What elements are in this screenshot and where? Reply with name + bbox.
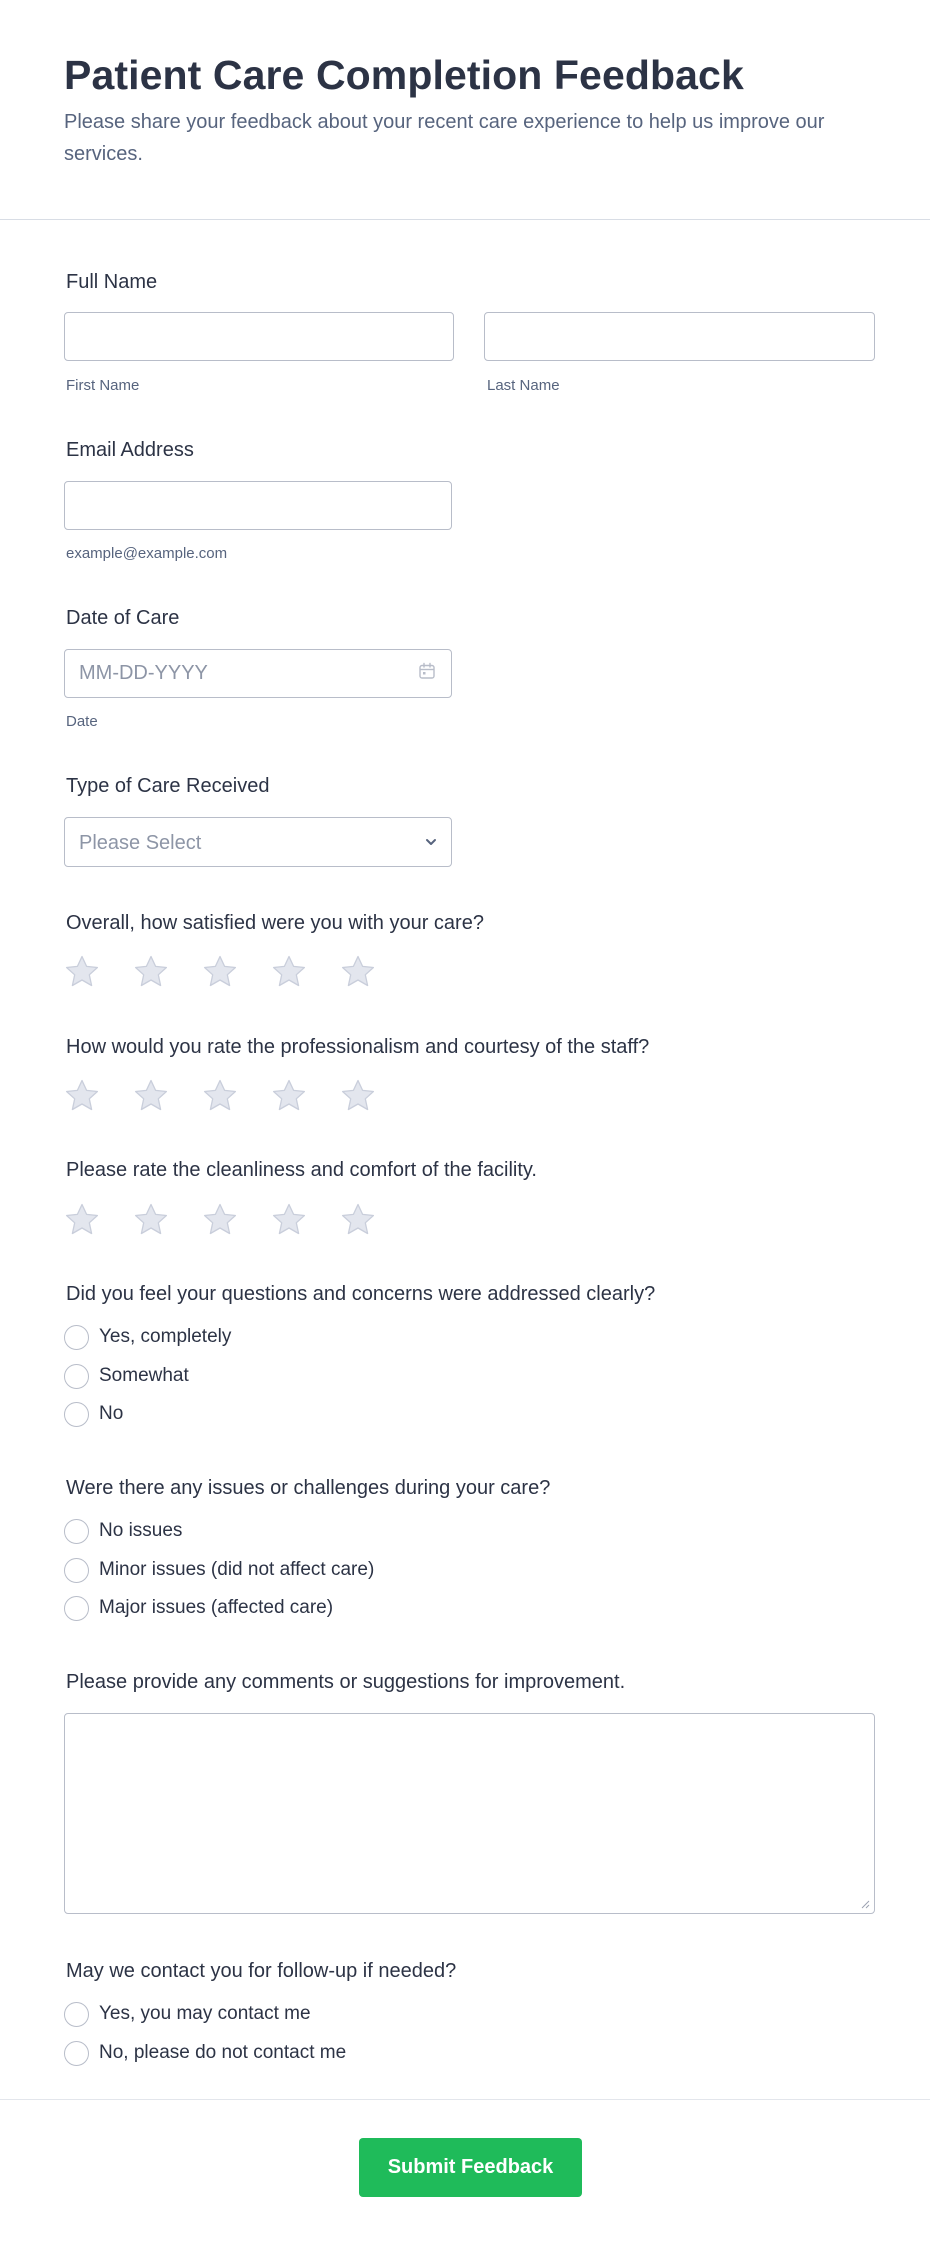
page-subtitle: Please share your feedback about your re… — [64, 111, 825, 165]
radio-label[interactable]: Yes, you may contact me — [99, 2003, 311, 2025]
radio-button[interactable] — [64, 1363, 89, 1389]
star-icon[interactable] — [64, 1202, 100, 1238]
star-icon[interactable] — [133, 1078, 169, 1114]
comments-label: Please provide any comments or suggestio… — [66, 1671, 626, 1693]
comments-textarea[interactable] — [64, 1713, 875, 1914]
star-icon[interactable] — [340, 1202, 376, 1238]
star-icon[interactable] — [202, 1202, 238, 1238]
radio-label[interactable]: No — [99, 1403, 123, 1425]
rating-staff-stars — [64, 1078, 376, 1114]
radio-label[interactable]: Minor issues (did not affect care) — [99, 1559, 374, 1581]
star-icon[interactable] — [271, 954, 307, 990]
star-icon[interactable] — [271, 1202, 307, 1238]
radio-label[interactable]: No, please do not contact me — [99, 2042, 346, 2064]
footer-divider — [0, 2099, 930, 2100]
radio-option[interactable]: Yes, completely — [64, 1324, 231, 1350]
radio-option[interactable]: Minor issues (did not affect care) — [64, 1557, 374, 1583]
chevron-down-icon — [426, 839, 436, 845]
date-sublabel: Date — [66, 713, 98, 730]
radio-option[interactable]: No, please do not contact me — [64, 2040, 346, 2066]
care-type-label: Type of Care Received — [66, 775, 270, 797]
radio-option[interactable]: Major issues (affected care) — [64, 1595, 333, 1621]
star-icon[interactable] — [133, 954, 169, 990]
questions-addressed-label: Did you feel your questions and concerns… — [66, 1283, 656, 1305]
email-input[interactable] — [64, 481, 452, 530]
radio-button[interactable] — [64, 1518, 89, 1544]
star-icon[interactable] — [340, 1078, 376, 1114]
star-icon[interactable] — [64, 1078, 100, 1114]
submit-button[interactable]: Submit Feedback — [359, 2138, 582, 2197]
rating-facility-stars — [64, 1202, 376, 1238]
radio-button[interactable] — [64, 1324, 89, 1350]
last-name-sublabel: Last Name — [487, 377, 560, 394]
star-icon[interactable] — [64, 954, 100, 990]
email-label: Email Address — [66, 439, 194, 461]
calendar-icon[interactable] — [418, 662, 436, 680]
issues-label: Were there any issues or challenges duri… — [66, 1477, 551, 1499]
last-name-input[interactable] — [484, 312, 875, 361]
email-sublabel: example@example.com — [66, 545, 228, 562]
resize-handle-icon[interactable] — [860, 1899, 870, 1909]
radio-label[interactable]: No issues — [99, 1520, 182, 1542]
rating-facility-label: Please rate the cleanliness and comfort … — [66, 1159, 537, 1181]
date-of-care-label: Date of Care — [66, 607, 180, 629]
full-name-label: Full Name — [66, 271, 158, 293]
radio-option[interactable]: No — [64, 1401, 123, 1427]
care-type-selected: Please Select — [79, 832, 202, 854]
care-type-select[interactable]: Please Select — [64, 817, 452, 867]
page-title: Patient Care Completion Feedback — [64, 52, 744, 98]
radio-label[interactable]: Somewhat — [99, 1365, 189, 1387]
radio-button[interactable] — [64, 1401, 89, 1427]
rating-overall-label: Overall, how satisfied were you with you… — [66, 912, 484, 934]
star-icon[interactable] — [133, 1202, 169, 1238]
star-icon[interactable] — [202, 954, 238, 990]
radio-option[interactable]: Yes, you may contact me — [64, 2001, 311, 2027]
date-input[interactable] — [64, 649, 452, 698]
first-name-sublabel: First Name — [66, 377, 140, 394]
radio-button[interactable] — [64, 1595, 89, 1621]
star-icon[interactable] — [340, 954, 376, 990]
rating-staff-label: How would you rate the professionalism a… — [66, 1036, 650, 1058]
radio-button[interactable] — [64, 2040, 89, 2066]
radio-option[interactable]: No issues — [64, 1518, 182, 1544]
radio-option[interactable]: Somewhat — [64, 1363, 189, 1389]
form-header: Patient Care Completion Feedback Please … — [0, 0, 930, 220]
radio-button[interactable] — [64, 1557, 89, 1583]
contact-label: May we contact you for follow-up if need… — [66, 1960, 457, 1982]
star-icon[interactable] — [271, 1078, 307, 1114]
star-icon[interactable] — [202, 1078, 238, 1114]
radio-label[interactable]: Yes, completely — [99, 1326, 231, 1348]
first-name-input[interactable] — [64, 312, 454, 361]
rating-overall-stars — [64, 954, 376, 990]
radio-button[interactable] — [64, 2001, 89, 2027]
radio-label[interactable]: Major issues (affected care) — [99, 1597, 333, 1619]
